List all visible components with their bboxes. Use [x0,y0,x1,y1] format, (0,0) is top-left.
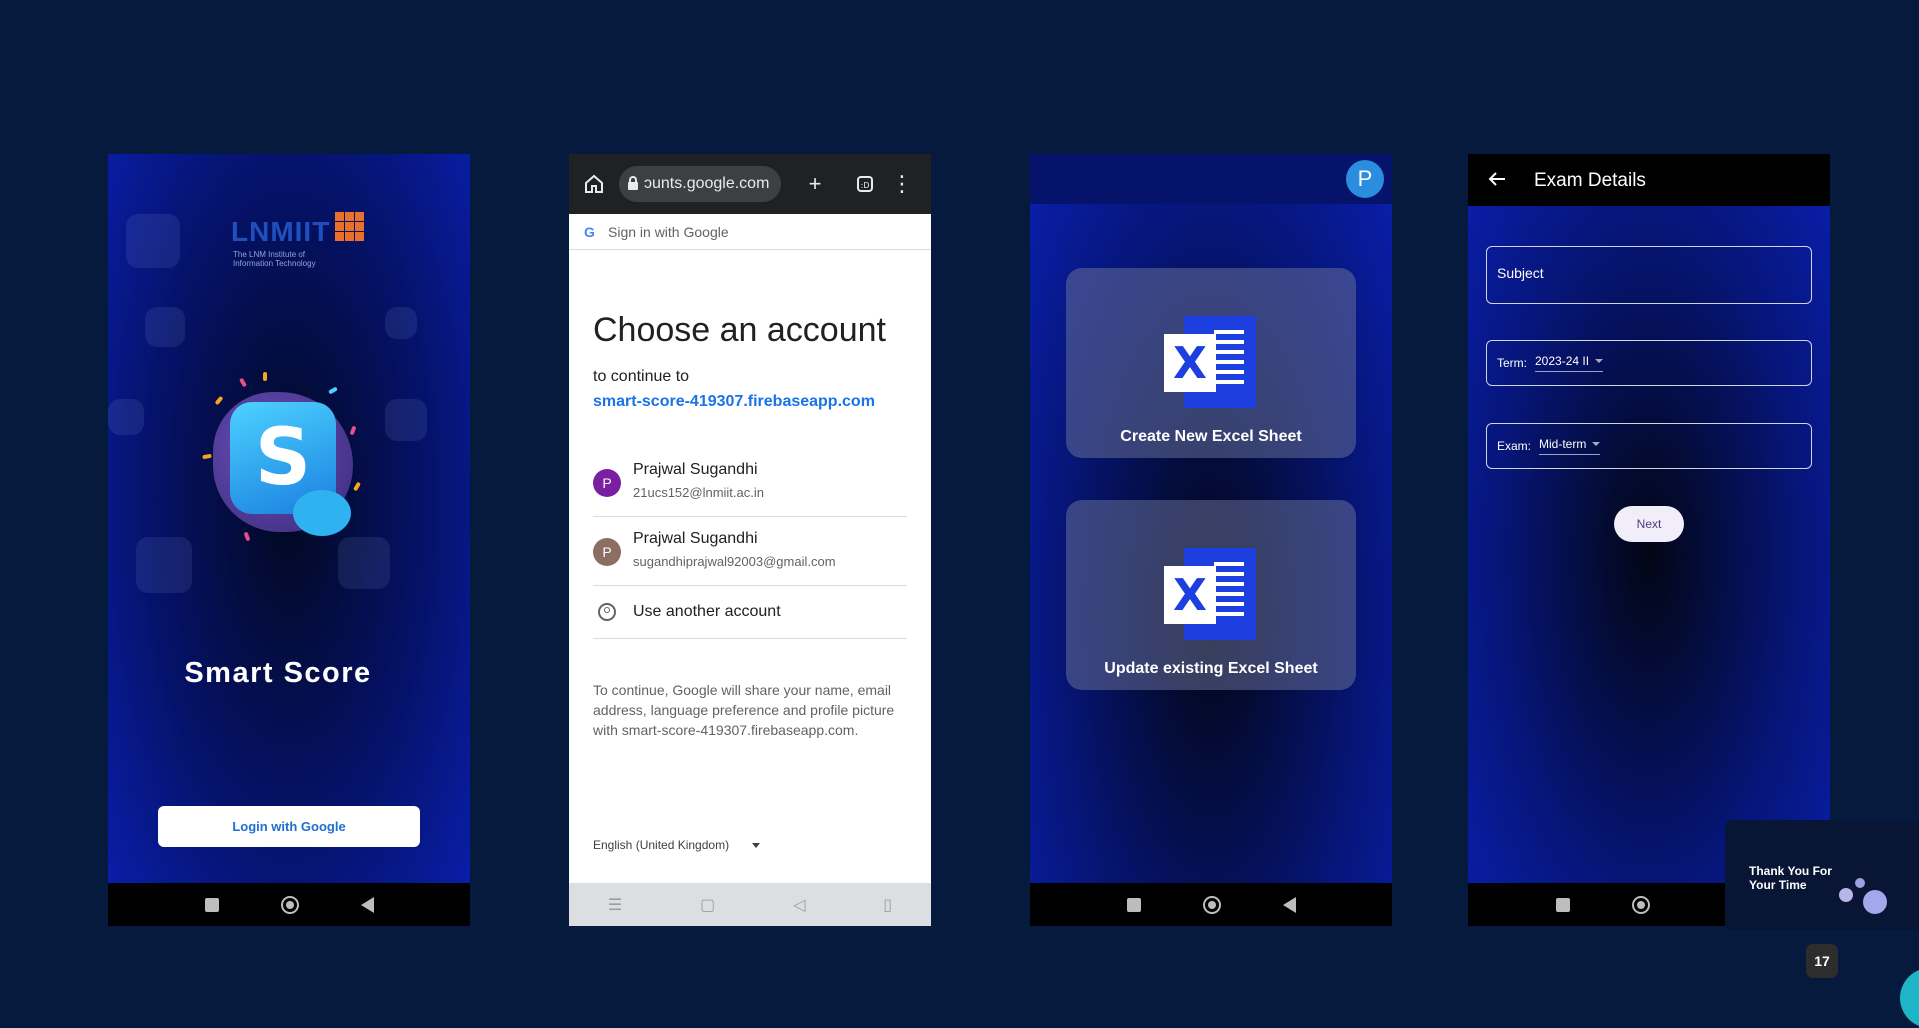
menu-icon[interactable]: ☰ [608,895,622,915]
sign-in-with-google-label: Sign in with Google [608,223,729,240]
google-g-icon: G [584,223,595,240]
page-number-badge: 17 [1806,944,1838,978]
excel-icon: X [1164,316,1256,408]
chevron-down-icon [1595,359,1604,363]
account-email: sugandhiprajwal92003@gmail.com [633,554,836,569]
page-title: Exam Details [1534,170,1646,191]
recents-icon[interactable] [1556,897,1570,912]
android-nav-bar [1030,883,1392,926]
app-title: Smart Score [184,657,372,689]
decor-square [136,537,192,593]
url-text: ɔunts.google.com [644,175,770,192]
exam-select[interactable]: Mid-term [1539,437,1601,455]
new-tab-icon[interactable]: + [802,171,828,197]
profile-avatar[interactable]: P [1346,160,1384,198]
avatar: P [593,469,621,497]
back-icon[interactable]: ◁ [793,895,805,915]
svg-text::D: :D [861,181,870,190]
exam-details-screen: Exam Details Subject Term: 2023-24 II Ex… [1468,154,1830,926]
term-value: 2023-24 II [1535,354,1590,368]
app-bar: Exam Details [1468,154,1830,206]
bubble-decoration [1839,888,1853,902]
use-another-account-label: Use another account [633,603,781,620]
home-icon[interactable] [581,171,607,197]
address-bar[interactable]: ɔunts.google.com [619,166,781,202]
smart-score-app-icon: S [202,372,363,547]
bubble-decoration [1863,890,1887,914]
term-select[interactable]: 2023-24 II [1535,354,1604,372]
create-excel-card[interactable]: X Create New Excel Sheet [1066,268,1356,458]
account-name: Prajwal Sugandhi [633,530,758,547]
android-nav-bar: ☰ ▢ ◁ ▯ [569,883,931,926]
chevron-down-icon[interactable] [752,843,760,848]
account-name: Prajwal Sugandhi [633,461,758,478]
lock-icon [628,176,638,190]
decor-square [385,307,417,339]
recents-icon[interactable] [1126,897,1141,912]
home-icon[interactable] [1202,895,1221,914]
sign-in-header: G Sign in with Google [569,214,931,250]
page-title: Choose an account [593,311,886,349]
use-another-account-item[interactable]: Use another account [593,586,907,639]
bubble-decoration [1855,878,1865,888]
logo-grid-icon [335,212,364,241]
logo-subtitle: The LNM Institute of Information Technol… [233,250,316,268]
excel-icon: X [1164,548,1256,640]
logo-wordmark: LNMIIT [231,216,331,247]
corner-decoration [1900,968,1919,1028]
lnmiit-logo: LNMIIT The LNM Institute of Information … [231,212,364,270]
recents-icon[interactable] [204,897,219,912]
subject-input[interactable]: Subject [1486,246,1812,304]
exam-dropdown[interactable]: Exam: Mid-term [1486,423,1812,469]
more-menu-icon[interactable]: ⋮ [889,171,915,197]
decor-square [126,214,180,268]
thank-you-text: Thank You For Your Time [1749,864,1832,892]
exam-value: Mid-term [1539,437,1587,451]
term-label: Term: [1497,356,1527,370]
continue-to-label: to continue to [593,368,690,385]
card-label: Create New Excel Sheet [1120,428,1302,445]
browser-toolbar: ɔunts.google.com + :D ⋮ [569,154,931,214]
account-item[interactable]: P Prajwal Sugandhi 21ucs152@lnmiit.ac.in [593,448,907,517]
android-nav-bar [108,883,470,926]
account-email: 21ucs152@lnmiit.ac.in [633,485,764,500]
privacy-disclaimer: To continue, Google will share your name… [593,682,895,738]
person-circle-icon [598,603,616,621]
home-screen: P X Create New Excel Sheet X Update exis… [1030,154,1392,926]
decor-square [108,399,144,435]
term-dropdown[interactable]: Term: 2023-24 II [1486,340,1812,386]
tab-switcher-icon[interactable]: :D [852,171,878,197]
splash-screen: LNMIIT The LNM Institute of Information … [108,154,470,926]
decor-square [385,399,427,441]
back-icon[interactable] [1282,896,1296,913]
back-icon[interactable] [360,896,374,913]
top-bar: P [1030,154,1392,204]
home-icon[interactable]: ▢ [700,895,715,915]
language-selector[interactable]: English (United Kingdom) [593,838,729,852]
home-icon[interactable] [280,895,299,914]
exam-label: Exam: [1497,439,1532,453]
home-icon[interactable] [1632,895,1650,914]
rotate-icon[interactable]: ▯ [883,895,892,915]
decor-square [145,307,185,347]
chevron-down-icon [1592,442,1601,446]
google-account-chooser: ɔunts.google.com + :D ⋮ G Sign in with G… [569,154,931,926]
back-arrow-icon[interactable] [1486,168,1508,190]
app-url-link[interactable]: smart-score-419307.firebaseapp.com [593,393,875,411]
next-button[interactable]: Next [1614,506,1684,542]
avatar: P [593,538,621,566]
thank-you-card: Thank You For Your Time [1725,820,1919,930]
update-excel-card[interactable]: X Update existing Excel Sheet [1066,500,1356,690]
account-item[interactable]: P Prajwal Sugandhi sugandhiprajwal92003@… [593,517,907,586]
card-label: Update existing Excel Sheet [1104,660,1318,677]
login-with-google-button[interactable]: Login with Google [158,806,420,847]
